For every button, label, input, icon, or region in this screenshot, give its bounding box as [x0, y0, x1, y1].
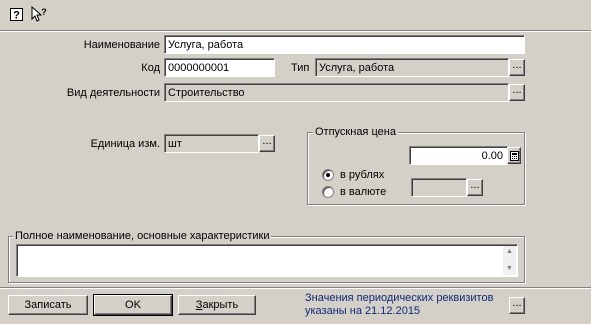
whats-this-icon: ? [31, 6, 47, 22]
radio-currency[interactable] [322, 186, 334, 198]
unit-select-button[interactable]: ... [259, 135, 275, 152]
periodic-info-line1: Значения периодических реквизитов [305, 292, 494, 304]
scroll-up-arrow-icon[interactable]: ▲ [506, 248, 513, 256]
close-button-rest: акрыть [202, 299, 239, 311]
unit-label: Единица изм. [90, 138, 160, 150]
full-name-group-title: Полное наименование, основные характерис… [13, 229, 272, 243]
toolbar: ? ? [0, 0, 591, 28]
code-label: Код [141, 62, 160, 74]
price-group-title: Отпускная цена [313, 125, 398, 139]
periodic-info-line2: указаны на 21.12.2015 [305, 305, 421, 317]
activity-select-button[interactable]: ... [509, 84, 525, 101]
unit-field[interactable]: шт [164, 134, 259, 153]
currency-field[interactable] [411, 178, 467, 197]
help-button[interactable]: ? [7, 5, 25, 23]
currency-select-button[interactable]: ... [467, 179, 483, 196]
full-name-textarea[interactable] [16, 244, 518, 277]
toolbar-separator [0, 30, 591, 32]
close-button[interactable]: Закрыть [178, 295, 256, 315]
code-field[interactable]: 0000000001 [164, 58, 275, 77]
scroll-down-arrow-icon[interactable]: ▼ [506, 265, 513, 273]
name-label: Наименование [83, 39, 160, 51]
name-field[interactable]: Услуга, работа [164, 35, 525, 54]
svg-text:?: ? [13, 9, 20, 21]
calculator-button[interactable] [507, 147, 521, 164]
periodic-info-button[interactable]: ... [509, 297, 525, 314]
type-label: Тип [291, 62, 310, 74]
svg-text:?: ? [41, 7, 47, 17]
help-icon: ? [9, 7, 23, 21]
activity-label: Вид деятельности [66, 87, 160, 99]
radio-rubles[interactable] [322, 169, 334, 181]
calculator-icon [509, 150, 519, 161]
radio-rubles-label[interactable]: в рублях [340, 168, 384, 182]
bottom-separator [0, 287, 591, 289]
radio-currency-label[interactable]: в валюте [340, 185, 386, 199]
whats-this-button[interactable]: ? [30, 5, 48, 23]
save-button[interactable]: Записать [8, 295, 88, 315]
activity-field[interactable]: Строительство [164, 83, 509, 102]
type-select-button[interactable]: ... [509, 59, 525, 76]
ok-button[interactable]: OK [93, 294, 173, 316]
type-field[interactable]: Услуга, работа [315, 58, 509, 77]
price-field[interactable]: 0.00 [409, 146, 508, 165]
full-name-scrollbar[interactable]: ▲ ▼ [503, 246, 516, 275]
